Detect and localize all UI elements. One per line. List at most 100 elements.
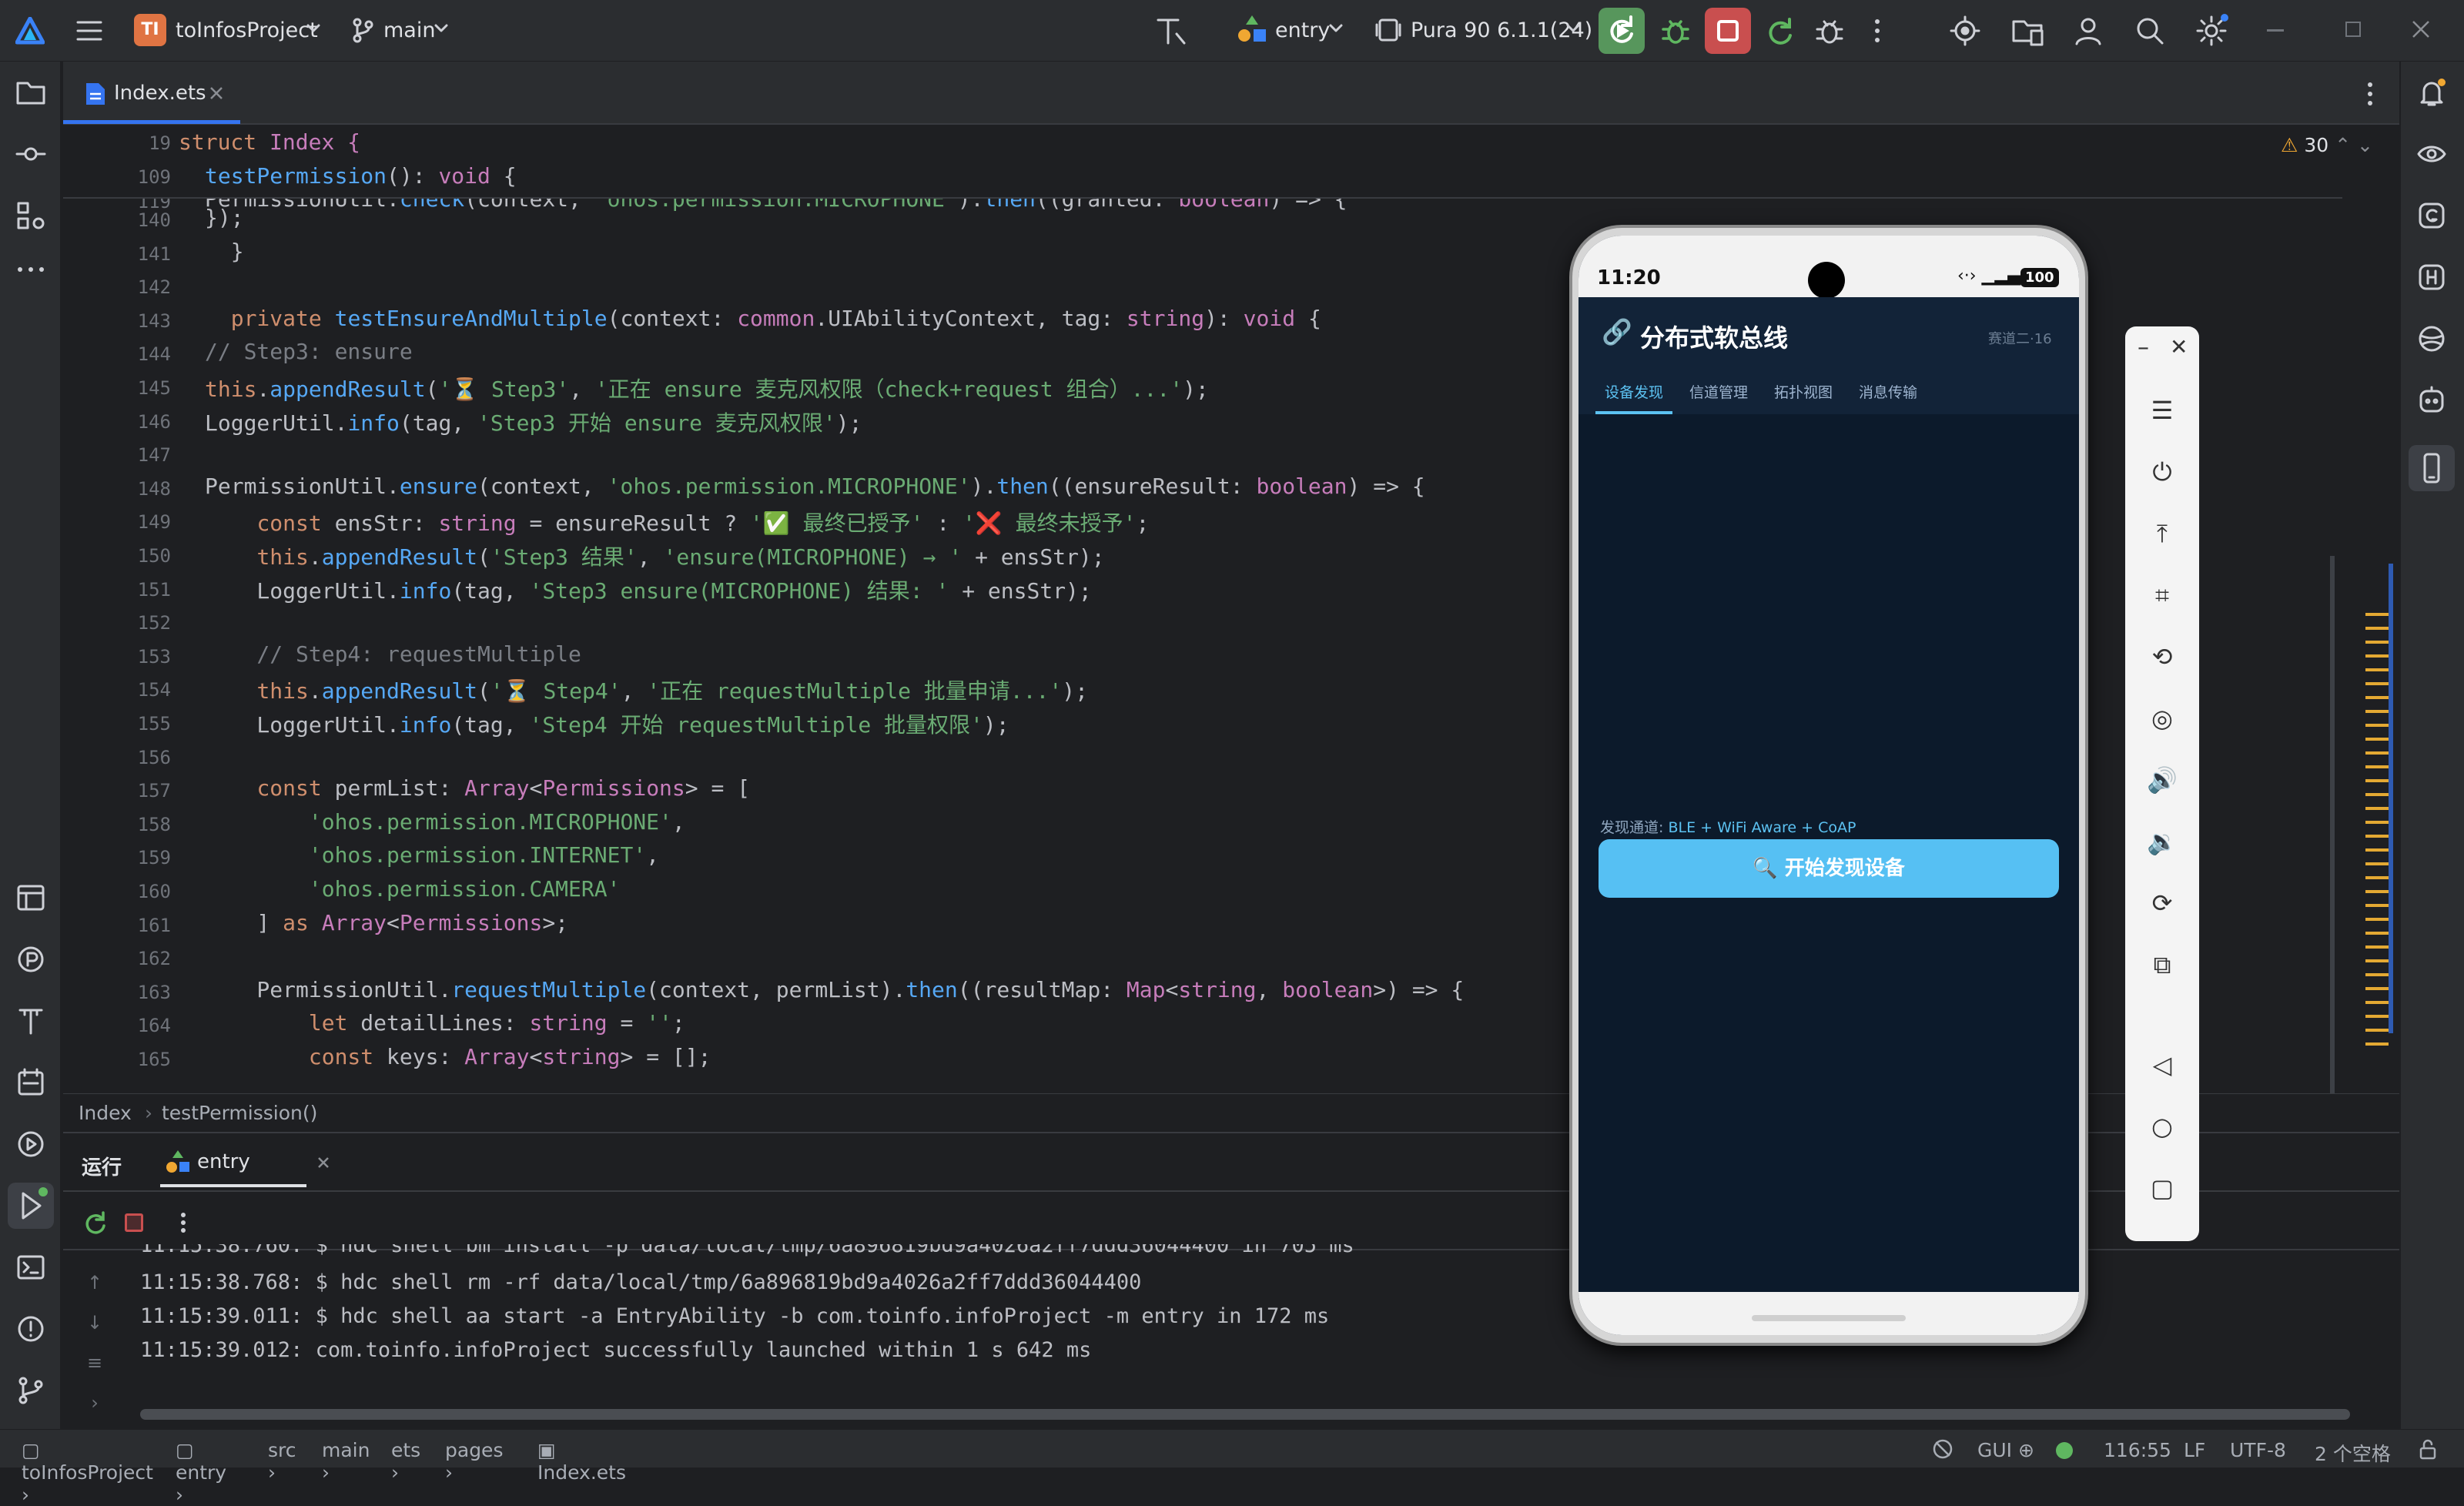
file-encoding[interactable]: UTF-8 <box>2230 1439 2286 1461</box>
indent-setting[interactable]: 2 个空格 <box>2315 1439 2391 1467</box>
rerun-icon[interactable] <box>82 1210 108 1237</box>
commit-icon[interactable] <box>15 139 46 169</box>
crop-icon[interactable]: ⌗ <box>2125 581 2199 611</box>
warnings-indicator[interactable]: ⚠ 30 ⌃ ⌄ <box>2281 134 2373 156</box>
scrollbar[interactable] <box>2330 556 2335 1093</box>
code-line[interactable]: LoggerUtil.info(tag, 'Step3 开始 ensure 麦克… <box>205 407 862 437</box>
services-icon[interactable] <box>15 1129 46 1160</box>
no-access-icon[interactable] <box>1931 1437 1954 1461</box>
app-tab[interactable]: 信道管理 <box>1680 377 1757 414</box>
phone-screen[interactable]: 11:20 ‹·› ▁▂▄ 100 🔗 分布式软总线 赛道二·16 设备发现 信道… <box>1578 236 2079 1335</box>
code-line[interactable]: PermissionUtil.ensure(context, 'ohos.per… <box>205 474 1425 499</box>
terminal-icon[interactable] <box>15 1252 46 1283</box>
rotate-icon[interactable]: ⟲ <box>2125 642 2199 671</box>
apply-changes-icon[interactable] <box>1763 15 1794 46</box>
close-icon[interactable]: ✕ <box>2170 334 2188 360</box>
main-menu-icon[interactable] <box>75 18 103 43</box>
close-tab-icon[interactable] <box>317 1156 330 1169</box>
code-line[interactable]: LoggerUtil.info(tag, 'Step4 开始 requestMu… <box>205 708 1009 739</box>
log-nav-icons[interactable]: ↑ ↓ ≡ › <box>82 1263 108 1423</box>
app-tab[interactable]: 拓扑视图 <box>1765 377 1842 414</box>
target-icon[interactable] <box>1950 15 1980 46</box>
code-line[interactable]: LoggerUtil.info(tag, 'Step3 ensure(MICRO… <box>205 574 1091 605</box>
stop-button[interactable] <box>1705 8 1751 54</box>
home-indicator[interactable] <box>1752 1315 1906 1321</box>
globe-icon[interactable] <box>2416 323 2447 354</box>
code-line[interactable]: this.appendResult('⏳ Step3', '正在 ensure … <box>205 373 1209 403</box>
path-segment[interactable]: pages › <box>445 1439 503 1484</box>
app-tab[interactable]: 设备发现 <box>1595 377 1673 414</box>
code-line[interactable]: 'ohos.permission.CAMERA' <box>205 876 621 902</box>
cursor-position[interactable]: 116:55 <box>2104 1439 2171 1461</box>
status-ok-icon[interactable] <box>2056 1442 2073 1459</box>
code-line[interactable]: private testEnsureAndMultiple(context: c… <box>205 306 1321 331</box>
more-horiz-icon[interactable] <box>15 263 46 294</box>
back-icon[interactable]: ◁ <box>2125 1050 2199 1079</box>
tabs-more-icon[interactable] <box>2365 79 2375 109</box>
app-tab[interactable]: 消息传输 <box>1850 377 1927 414</box>
codegenie-icon[interactable] <box>2416 200 2447 231</box>
path-segment[interactable]: src › <box>268 1439 296 1484</box>
chevron-down-icon[interactable] <box>1566 23 1580 34</box>
volume-up-icon[interactable]: 🔊 <box>2125 765 2199 795</box>
run-tool-button[interactable] <box>8 1183 54 1229</box>
debug-icon[interactable] <box>1660 15 1691 46</box>
horizontal-scrollbar[interactable] <box>140 1409 2350 1420</box>
project-name[interactable]: toInfosProject <box>176 18 318 42</box>
path-segment[interactable]: ▢ toInfosProject › <box>22 1439 153 1506</box>
path-segment[interactable]: ets › <box>391 1439 420 1484</box>
more-vert-icon[interactable] <box>179 1210 188 1235</box>
code-line[interactable]: this.appendResult('Step3 结果', 'ensure(MI… <box>205 540 1104 571</box>
code-line[interactable]: const permList: Array<Permissions> = [ <box>205 775 750 801</box>
minimize-icon[interactable] <box>2267 29 2284 32</box>
folder-device-icon[interactable] <box>2011 15 2045 46</box>
warning-stripes[interactable] <box>2365 602 2389 1056</box>
code-line[interactable]: 'ohos.permission.MICROPHONE', <box>205 809 685 835</box>
harmony-icon[interactable] <box>2416 262 2447 293</box>
lock-icon[interactable] <box>2416 1437 2439 1461</box>
stop-icon[interactable] <box>125 1213 143 1232</box>
run-config[interactable]: entry <box>1275 18 1330 42</box>
breadcrumb-struct[interactable]: Index <box>79 1102 132 1124</box>
project-folder-icon[interactable] <box>15 77 46 108</box>
path-segment[interactable]: main › <box>322 1439 370 1484</box>
code-line[interactable]: // Step4: requestMultiple <box>205 641 581 667</box>
start-discovery-button[interactable]: 🔍 开始发现设备 <box>1599 839 2059 898</box>
code-line[interactable]: } <box>205 239 244 264</box>
path-segment[interactable]: ▣ Index.ets <box>537 1439 626 1484</box>
chevron-down-icon[interactable] <box>1329 23 1343 34</box>
close-window-icon[interactable] <box>2410 18 2432 40</box>
attach-debugger-icon[interactable] <box>1814 15 1845 46</box>
code-line[interactable]: 'ohos.permission.INTERNET', <box>205 842 659 868</box>
problems-icon[interactable] <box>15 1314 46 1344</box>
volume-down-icon[interactable]: 🔉 <box>2125 827 2199 856</box>
code-line[interactable]: }); <box>205 205 244 230</box>
multi-device-icon[interactable]: ⧉ <box>2125 950 2199 980</box>
tab-index-ets[interactable]: Index.ets <box>63 62 240 125</box>
code-line[interactable]: const keys: Array<string> = []; <box>205 1044 711 1069</box>
minimize-icon[interactable]: – <box>2138 334 2149 361</box>
app-logo-icon[interactable] <box>15 17 45 45</box>
gui-indicator[interactable]: GUI ⊕ <box>1977 1439 2034 1461</box>
scroll-thumb[interactable] <box>2389 564 2393 1033</box>
branch-name[interactable]: main <box>383 18 435 42</box>
close-tab-icon[interactable] <box>209 86 223 100</box>
code-line[interactable]: ] as Array<Permissions>; <box>205 910 568 935</box>
project-avatar[interactable]: TI <box>134 14 166 46</box>
preview-eye-icon[interactable] <box>2416 139 2447 169</box>
power-icon[interactable]: ⏻ <box>2125 457 2199 487</box>
search-icon[interactable] <box>2134 15 2165 46</box>
code-line[interactable]: let detailLines: string = ''; <box>205 1010 685 1036</box>
chevron-down-icon[interactable] <box>434 23 448 34</box>
git-icon[interactable] <box>15 1375 46 1406</box>
home-icon[interactable]: ○ <box>2125 1112 2199 1141</box>
todo-icon[interactable] <box>15 1067 46 1098</box>
code-line[interactable]: // Step3: ensure <box>205 339 413 364</box>
profiler-icon[interactable] <box>15 944 46 975</box>
code-line[interactable]: PermissionUtil.requestMultiple(context, … <box>205 977 1464 1002</box>
text-tool-icon[interactable] <box>1155 15 1189 46</box>
layout-icon[interactable] <box>15 882 46 913</box>
screenshot-icon[interactable]: ◎ <box>2125 704 2199 733</box>
code-line[interactable]: this.appendResult('⏳ Step4', '正在 request… <box>205 674 1088 705</box>
menu-icon[interactable]: ☰ <box>2125 396 2199 425</box>
